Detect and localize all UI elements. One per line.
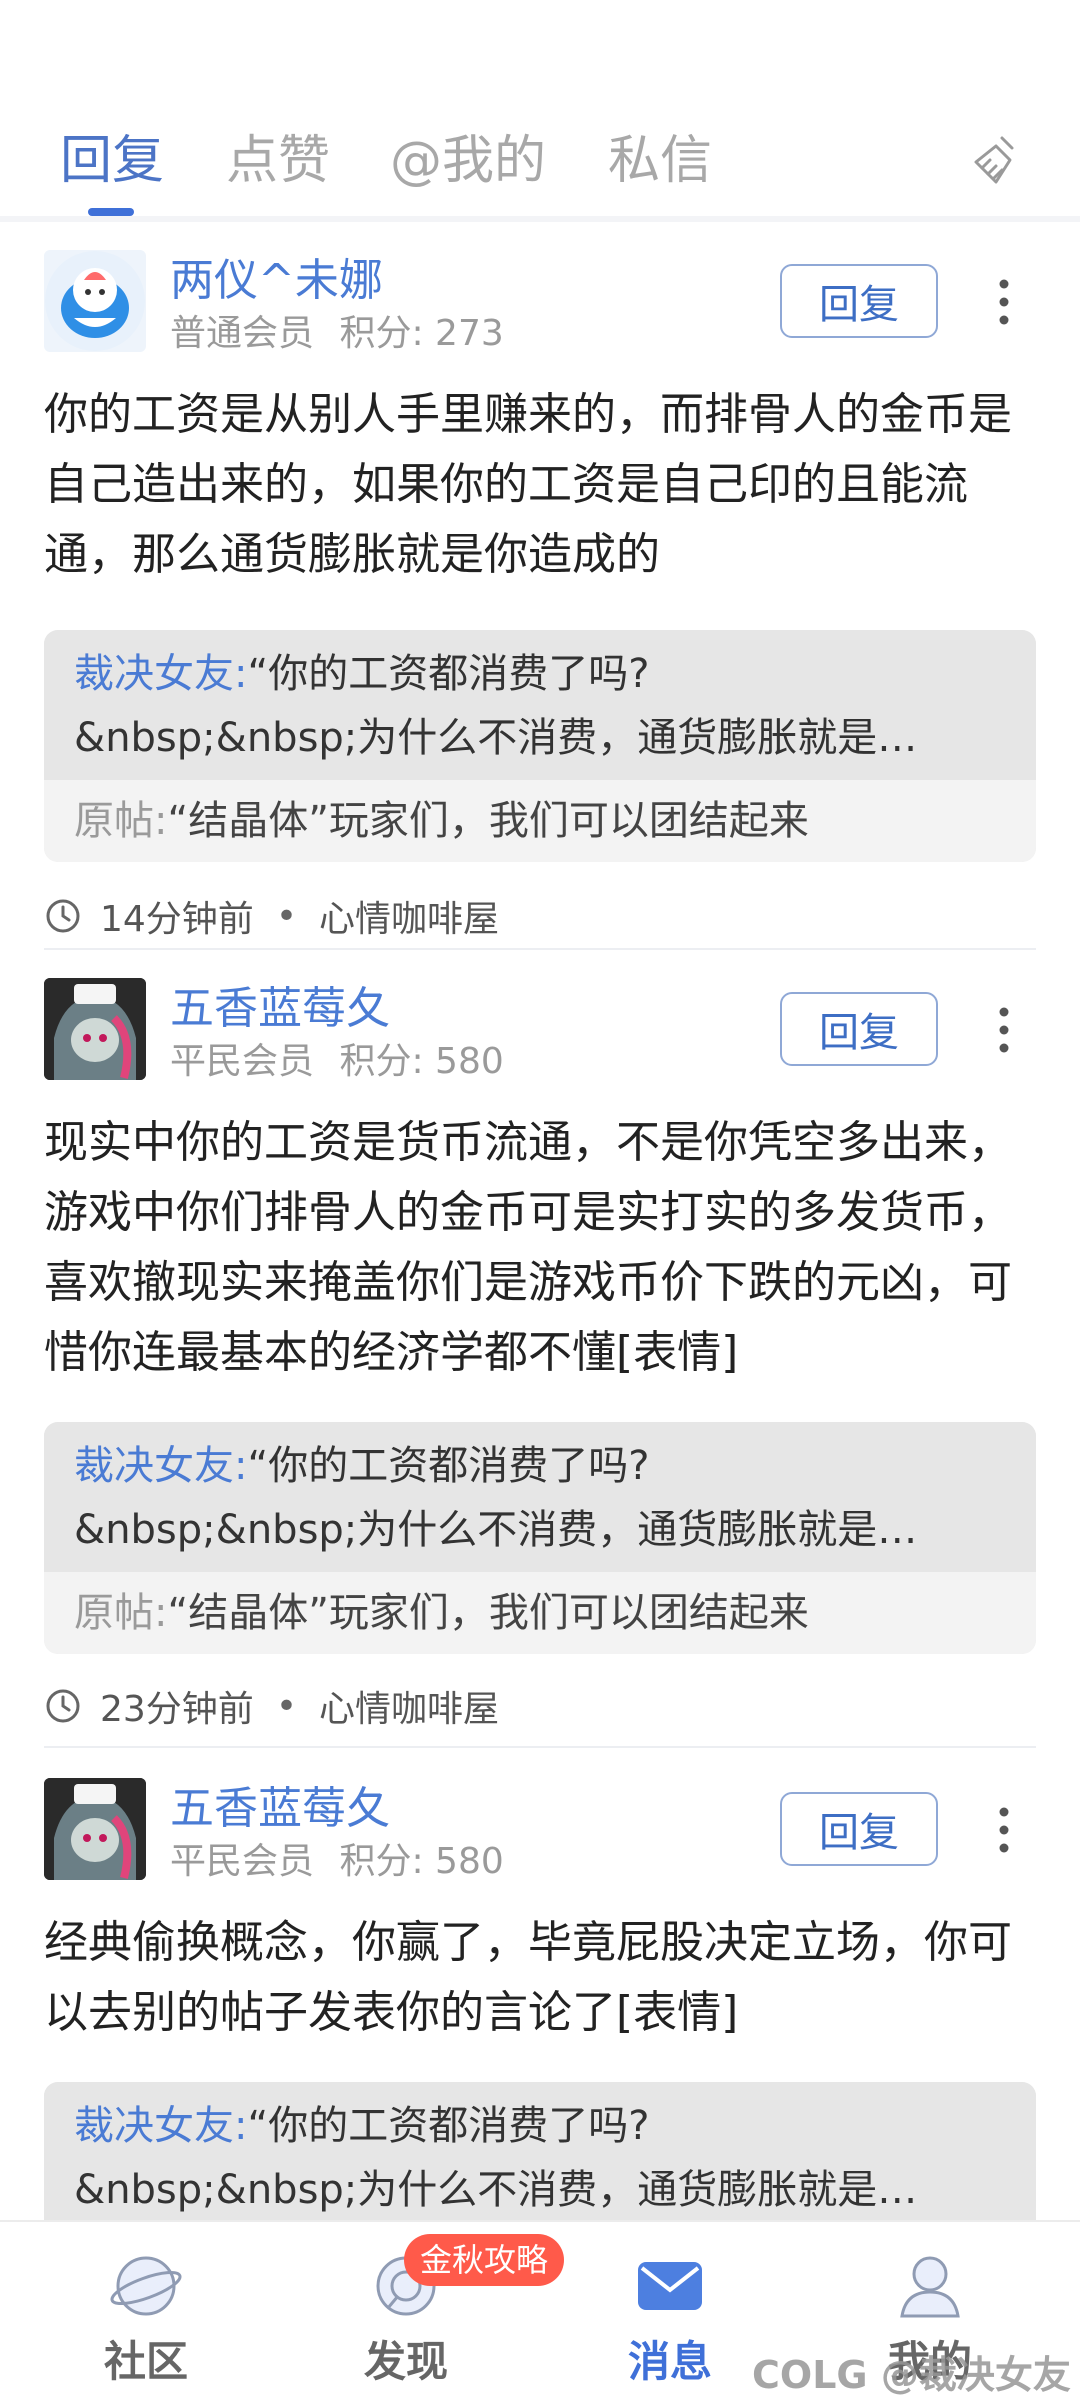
more-options-icon[interactable] bbox=[992, 1804, 1016, 1856]
points: 积分: 580 bbox=[339, 1841, 504, 1882]
reply-content: 现实中你的工资是货币流通，不是你凭空多出来，游戏中你们排骨人的金币可是实打实的多… bbox=[44, 1117, 1012, 1378]
reply-item: 两仪^未娜 普通会员 积分: 273 回复 你的工资是从别人手里赚来的，而排骨人… bbox=[44, 250, 1036, 940]
avatar[interactable] bbox=[44, 1778, 146, 1880]
more-options-icon[interactable] bbox=[992, 276, 1016, 328]
active-tab-indicator bbox=[88, 208, 134, 216]
user-meta: 平民会员 积分: 580 bbox=[170, 1032, 504, 1084]
reply-button[interactable]: 回复 bbox=[780, 992, 938, 1066]
member-level: 平民会员 bbox=[170, 1041, 315, 1082]
more-options-icon[interactable] bbox=[992, 1004, 1016, 1056]
timestamp: 23分钟前 bbox=[100, 1689, 254, 1730]
reply-content: 你的工资是从别人手里赚来的，而排骨人的金币是自己造出来的，如果你的工资是自己印的… bbox=[44, 389, 1012, 580]
quoted-text: 裁决女友:“你的工资都消费了吗? &nbsp;&nbsp;为什么不消费，通货膨胀… bbox=[44, 1422, 1036, 1572]
avatar[interactable] bbox=[44, 978, 146, 1080]
clock-icon bbox=[46, 899, 80, 933]
reply-button[interactable]: 回复 bbox=[780, 1792, 938, 1866]
member-level: 普通会员 bbox=[170, 313, 315, 354]
original-post[interactable]: 原帖:“结晶体”玩家们，我们可以团结起来 bbox=[44, 780, 1036, 862]
tab-reply[interactable]: 回复 bbox=[60, 118, 164, 193]
promo-badge[interactable]: 金秋攻略 bbox=[404, 2234, 565, 2286]
watermark: COLG @裁决女友 bbox=[752, 2353, 1071, 2397]
original-post-label: 原帖: bbox=[74, 798, 168, 844]
tab-private-messages[interactable]: 私信 bbox=[608, 118, 712, 193]
quoted-author: 裁决女友: bbox=[74, 651, 248, 697]
quote-line-2: &nbsp;&nbsp;为什么不消费，通货膨胀就是… bbox=[74, 715, 918, 761]
reply-feed: 两仪^未娜 普通会员 积分: 273 回复 你的工资是从别人手里赚来的，而排骨人… bbox=[0, 228, 1080, 2220]
quote-line-2: &nbsp;&nbsp;为什么不消费，通货膨胀就是… bbox=[74, 2167, 918, 2213]
forum-name[interactable]: 心情咖啡屋 bbox=[319, 890, 499, 942]
user-meta: 普通会员 积分: 273 bbox=[170, 304, 504, 356]
separator-dot: • bbox=[275, 1685, 298, 1727]
username[interactable]: 五香蓝莓夂 bbox=[170, 1772, 390, 1836]
divider bbox=[44, 948, 1036, 950]
separator-dot: • bbox=[275, 895, 298, 937]
avatar[interactable] bbox=[44, 250, 146, 352]
quoted-text: 裁决女友:“你的工资都消费了吗? &nbsp;&nbsp;为什么不消费，通货膨胀… bbox=[44, 630, 1036, 780]
timestamp: 14分钟前 bbox=[100, 899, 254, 940]
original-post-label: 原帖: bbox=[74, 1590, 168, 1636]
reply-footer: 14分钟前 • 心情咖啡屋 bbox=[44, 890, 499, 942]
points: 积分: 580 bbox=[339, 1041, 504, 1082]
message-tabs: 回复 点赞 @我的 私信 bbox=[0, 0, 1080, 222]
quoted-author: 裁决女友: bbox=[74, 2103, 248, 2149]
planet-icon bbox=[110, 2256, 182, 2316]
quote-line-1: “你的工资都消费了吗? bbox=[247, 1443, 650, 1489]
bottom-navigation: 社区 发现 金秋攻略 消息 我的 COLG @裁决女友 bbox=[0, 2220, 1080, 2400]
nav-messages[interactable]: 消息 bbox=[590, 2222, 750, 2400]
forum-name[interactable]: 心情咖啡屋 bbox=[319, 1680, 499, 1732]
quoted-comment[interactable]: 裁决女友:“你的工资都消费了吗? &nbsp;&nbsp;为什么不消费，通货膨胀… bbox=[44, 2082, 1036, 2220]
divider bbox=[44, 1746, 1036, 1748]
user-meta: 平民会员 积分: 580 bbox=[170, 1832, 504, 1884]
avatar-image bbox=[44, 1778, 146, 1880]
tab-mentions[interactable]: @我的 bbox=[390, 118, 546, 193]
quoted-comment[interactable]: 裁决女友:“你的工资都消费了吗? &nbsp;&nbsp;为什么不消费，通货膨胀… bbox=[44, 630, 1036, 862]
member-level: 平民会员 bbox=[170, 1841, 315, 1882]
original-post[interactable]: 原帖:“结晶体”玩家们，我们可以团结起来 bbox=[44, 1572, 1036, 1654]
avatar-image bbox=[44, 978, 146, 1080]
user-icon bbox=[900, 2256, 960, 2318]
reply-content: 经典偷换概念，你赢了，毕竟屁股决定立场，你可以去别的帖子发表你的言论了[表情] bbox=[44, 1917, 1012, 2038]
original-post-title: “结晶体”玩家们，我们可以团结起来 bbox=[167, 798, 809, 844]
quote-line-2: &nbsp;&nbsp;为什么不消费，通货膨胀就是… bbox=[74, 1507, 918, 1553]
envelope-icon bbox=[638, 2262, 702, 2310]
broom-icon[interactable] bbox=[966, 132, 1026, 192]
quote-line-1: “你的工资都消费了吗? bbox=[247, 651, 650, 697]
nav-label: 消息 bbox=[627, 2337, 712, 2386]
reply-button[interactable]: 回复 bbox=[780, 264, 938, 338]
reply-item: 五香蓝莓夂 平民会员 积分: 580 回复 现实中你的工资是货币流通，不是你凭空… bbox=[44, 978, 1036, 1730]
quoted-comment[interactable]: 裁决女友:“你的工资都消费了吗? &nbsp;&nbsp;为什么不消费，通货膨胀… bbox=[44, 1422, 1036, 1654]
username[interactable]: 五香蓝莓夂 bbox=[170, 972, 390, 1036]
reply-footer: 23分钟前 • 心情咖啡屋 bbox=[44, 1680, 499, 1732]
username[interactable]: 两仪^未娜 bbox=[170, 244, 383, 308]
avatar-image bbox=[45, 251, 145, 351]
quoted-author: 裁决女友: bbox=[74, 1443, 248, 1489]
nav-label: 社区 bbox=[103, 2337, 188, 2386]
nav-label: 发现 bbox=[363, 2337, 448, 2386]
nav-community[interactable]: 社区 bbox=[66, 2222, 226, 2400]
clock-icon bbox=[46, 1689, 80, 1723]
quoted-text: 裁决女友:“你的工资都消费了吗? &nbsp;&nbsp;为什么不消费，通货膨胀… bbox=[44, 2082, 1036, 2220]
tab-likes[interactable]: 点赞 bbox=[226, 118, 330, 193]
original-post-title: “结晶体”玩家们，我们可以团结起来 bbox=[167, 1590, 809, 1636]
points: 积分: 273 bbox=[339, 313, 504, 354]
quote-line-1: “你的工资都消费了吗? bbox=[247, 2103, 650, 2149]
reply-item: 五香蓝莓夂 平民会员 积分: 580 回复 经典偷换概念，你赢了，毕竟屁股决定立… bbox=[44, 1778, 1036, 2220]
